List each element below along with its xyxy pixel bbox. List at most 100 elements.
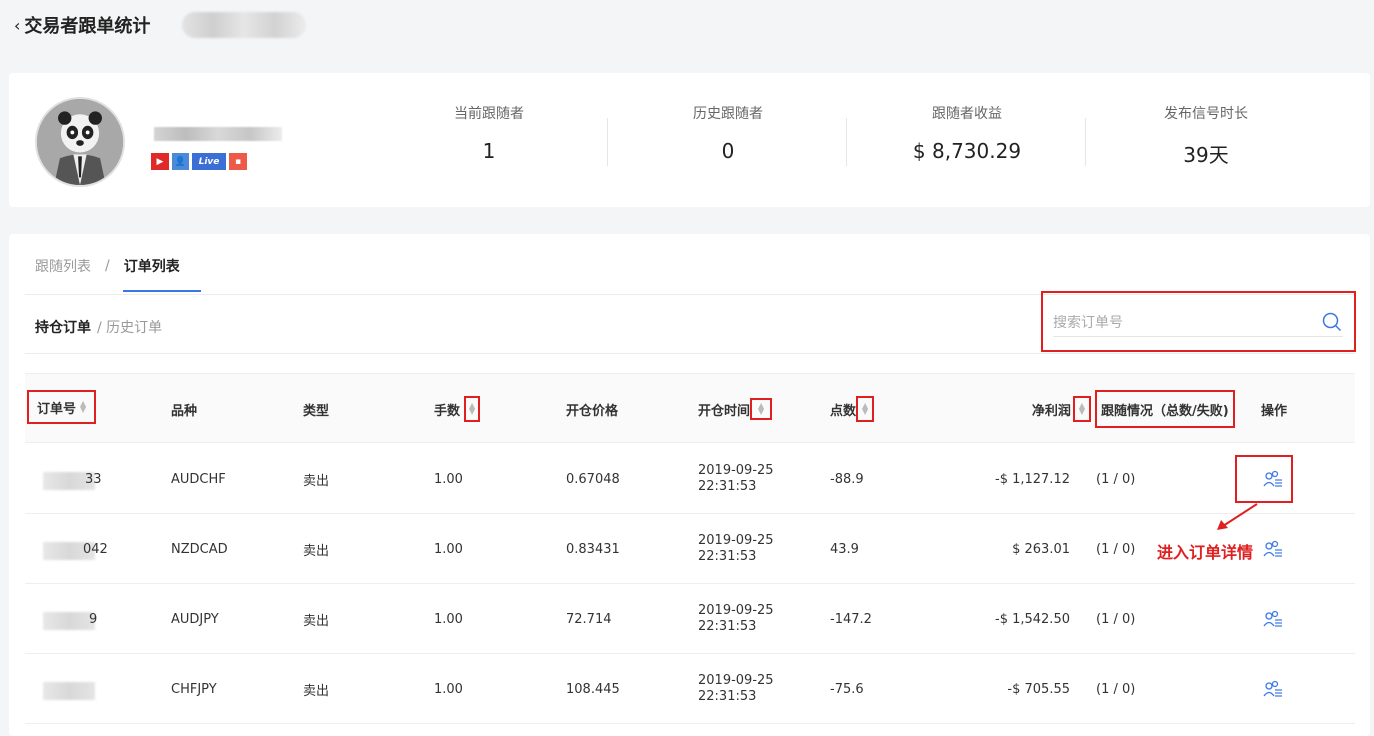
stat-history-followers: 历史跟随者 0	[608, 103, 848, 163]
cell-open-price: 0.67048	[566, 471, 620, 487]
stat-label: 历史跟随者	[693, 106, 763, 122]
search-field	[1053, 309, 1343, 337]
follower-stats: 当前跟随者 1 历史跟随者 0 跟随者收益 $ 8,730.29 发布信号时长 …	[369, 103, 1369, 193]
th-lots[interactable]: 手数 ▲ ▼	[434, 374, 481, 444]
order-detail-button[interactable]	[1263, 584, 1283, 654]
stat-label: 跟随者收益	[932, 106, 1002, 122]
sort-icon[interactable]: ▲ ▼	[856, 396, 875, 422]
trader-badges: ▶ 👤 Live ▪	[151, 153, 247, 170]
chevron-left-icon: ‹	[14, 15, 21, 35]
header-label: 类型	[303, 403, 330, 419]
cell-open-time: 2019-09-25 22:31:53	[698, 514, 774, 584]
th-follow-status: 跟随情况（总数/失败)	[1095, 390, 1235, 428]
th-action: 操作	[1261, 374, 1287, 444]
list-tabs: 跟随列表 / 订单列表	[35, 256, 180, 276]
open-clock: 22:31:53	[698, 619, 757, 634]
table-row: 042 NZDCAD 卖出 1.00 0.83431 2019-09-25 22…	[25, 514, 1355, 584]
cell-type: 卖出	[303, 473, 330, 489]
cell-symbol: AUDCHF	[171, 471, 226, 487]
cell-points: -88.9	[830, 471, 864, 487]
header-label: 点数	[830, 403, 857, 419]
cell-open-time: 2019-09-25 22:31:53	[698, 654, 774, 724]
header-label: 操作	[1261, 403, 1288, 419]
th-open-time[interactable]: 开仓时间 ▲ ▼	[698, 374, 773, 444]
header-label: 开仓价格	[566, 403, 619, 419]
open-date: 2019-09-25	[698, 463, 774, 478]
table-row: CHFJPY 卖出 1.00 108.445 2019-09-25 22:31:…	[25, 654, 1355, 724]
cell-lots: 1.00	[434, 471, 463, 487]
open-clock: 22:31:53	[698, 479, 757, 494]
header-label: 订单号	[37, 401, 77, 417]
cell-open-price: 108.445	[566, 681, 620, 697]
cell-follow-status: (1 / 0)	[1096, 541, 1136, 557]
user-detail-icon[interactable]	[1263, 680, 1283, 698]
th-order-id[interactable]: 订单号 ▲ ▼	[27, 390, 97, 424]
cell-follow-status: (1 / 0)	[1096, 611, 1136, 627]
cell-type: 卖出	[303, 543, 330, 559]
table-header: 订单号 ▲ ▼ 品种 类型 手数 ▲ ▼ 开仓价格 开仓时间 ▲ ▼ 点数 ▲ ▼ 净利…	[25, 373, 1355, 443]
stat-value: 0	[721, 139, 735, 163]
broker-badge-icon: ▪	[229, 153, 247, 170]
table-row: 9 AUDJPY 卖出 1.00 72.714 2019-09-25 22:31…	[25, 584, 1355, 654]
tab-follow-list[interactable]: 跟随列表	[35, 256, 91, 276]
user-detail-icon[interactable]	[1263, 540, 1283, 558]
search-input[interactable]	[1053, 314, 1303, 331]
user-detail-icon[interactable]	[1263, 610, 1283, 628]
cell-points: -75.6	[830, 681, 864, 697]
stat-value: 39天	[1183, 143, 1229, 167]
order-detail-button[interactable]	[1263, 514, 1283, 584]
cell-open-time: 2019-09-25 22:31:53	[698, 444, 774, 514]
panda-avatar-icon	[37, 99, 123, 185]
sort-icon[interactable]: ▲ ▼	[80, 400, 86, 414]
sort-icon[interactable]: ▲ ▼	[464, 396, 481, 422]
verified-user-badge-icon: 👤	[172, 153, 189, 170]
subtab-open-orders[interactable]: 持仓订单	[35, 317, 91, 337]
blurred-trader-name	[154, 127, 282, 141]
live-badge: Live	[192, 153, 226, 170]
active-tab-indicator	[123, 290, 201, 292]
cell-points: 43.9	[830, 541, 859, 557]
order-detail-button[interactable]	[1263, 654, 1283, 724]
cell-net-profit: -$ 705.55	[1007, 681, 1070, 697]
signal-badge-icon: ▶	[151, 153, 169, 170]
action-highlight-box	[1235, 455, 1293, 503]
open-date: 2019-09-25	[698, 533, 774, 548]
cell-order-id: 33	[85, 471, 102, 487]
cell-net-profit: -$ 1,542.50	[995, 611, 1070, 627]
sort-icon[interactable]: ▲ ▼	[1072, 396, 1091, 422]
cell-order-id: 9	[89, 611, 98, 627]
cell-lots: 1.00	[434, 611, 463, 627]
tab-order-list[interactable]: 订单列表	[124, 256, 180, 276]
search-highlight-box	[1041, 291, 1356, 352]
back-button[interactable]: ‹ 交易者跟单统计	[14, 12, 150, 38]
cell-symbol: CHFJPY	[171, 681, 217, 697]
order-subtabs: 持仓订单 / 历史订单	[35, 317, 162, 337]
sort-icon[interactable]: ▲ ▼	[750, 398, 773, 420]
cell-lots: 1.00	[434, 681, 463, 697]
stat-follower-profit: 跟随者收益 $ 8,730.29	[847, 103, 1087, 163]
cell-open-price: 72.714	[566, 611, 612, 627]
subtab-history-orders[interactable]: / 历史订单	[97, 317, 162, 337]
stat-value: $ 8,730.29	[912, 139, 1022, 163]
th-points[interactable]: 点数 ▲ ▼	[830, 374, 875, 444]
cell-follow-status: (1 / 0)	[1096, 681, 1136, 697]
page-header: ‹ 交易者跟单统计	[0, 0, 1374, 52]
stat-label: 当前跟随者	[454, 106, 524, 122]
th-symbol: 品种	[171, 374, 197, 444]
cell-type: 卖出	[303, 613, 330, 629]
cell-points: -147.2	[830, 611, 872, 627]
header-label: 净利润	[1031, 403, 1071, 419]
cell-lots: 1.00	[434, 541, 463, 557]
header-label: 跟随情况（总数/失败)	[1101, 403, 1229, 419]
table-row: 33 AUDCHF 卖出 1.00 0.67048 2019-09-25 22:…	[25, 444, 1355, 514]
stat-current-followers: 当前跟随者 1	[369, 103, 609, 163]
th-net-profit[interactable]: 净利润 ▲ ▼	[1027, 374, 1091, 444]
blurred-order-id	[43, 682, 95, 700]
cell-follow-status: (1 / 0)	[1096, 471, 1136, 487]
open-date: 2019-09-25	[698, 673, 774, 688]
search-icon[interactable]	[1321, 311, 1343, 333]
blurred-order-id	[43, 612, 95, 630]
cell-net-profit: $ 263.01	[1012, 541, 1070, 557]
cell-type: 卖出	[303, 683, 330, 699]
th-open-price: 开仓价格	[566, 374, 618, 444]
